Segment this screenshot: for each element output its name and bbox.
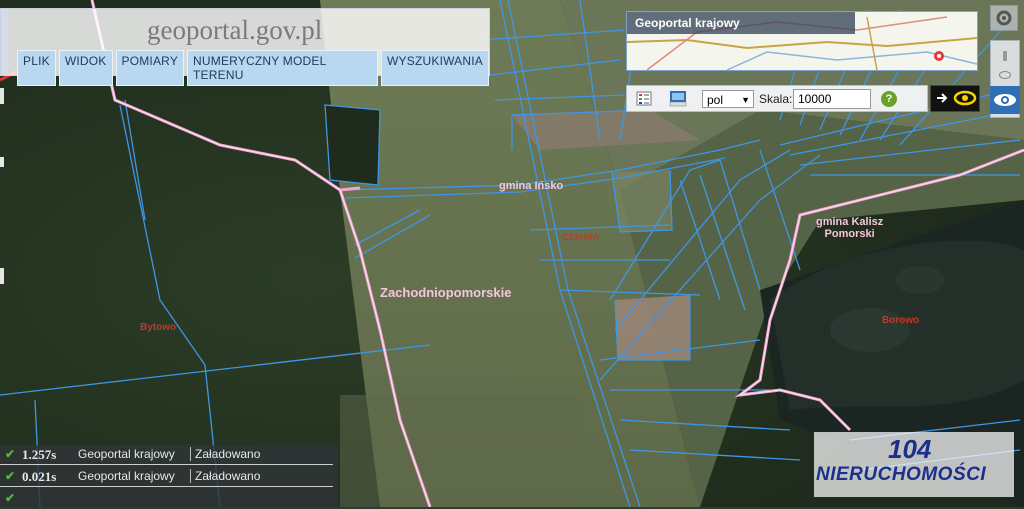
legend-icon[interactable] [635,90,653,107]
status-row: ✔ [0,489,338,509]
layer-handle[interactable] [1003,51,1007,61]
overview-map[interactable]: Geoportal krajowy [626,11,978,71]
menu-numeryczny-model-terenu[interactable]: NUMERYCZNY MODEL TERENU [187,50,379,86]
label-place-center: Czertyń [562,232,599,243]
load-status-panel: ✔ 1.257s Geoportal krajowy Załadowano ✔ … [0,445,338,507]
gear-icon [996,10,1012,26]
check-icon: ✔ [5,469,16,483]
status-row: ✔ 1.257s Geoportal krajowy Załadowano [0,445,338,465]
label-gmina-kalisz: gmina Kalisz Pomorski [816,216,884,240]
map-toolbar: pol ▼ Skala: ? [626,85,928,112]
divider [0,464,333,465]
language-select-value: pol [707,93,724,107]
status-source: Geoportal krajowy [78,469,175,483]
label-place-left: Bytowo [140,322,177,333]
app-header: geoportal.gov.pl PLIK WIDOK POMIARY NUME… [0,8,490,86]
eye-small-icon[interactable] [999,71,1011,79]
status-state: Załadowano [190,447,260,461]
visibility-toggle[interactable] [930,85,980,112]
check-icon: ✔ [5,491,16,505]
main-menu: PLIK WIDOK POMIARY NUMERYCZNY MODEL TERE… [17,50,489,86]
scale-label: Skala: [759,92,793,106]
brand-watermark: 104 NIERUCHOMOŚCI [814,432,1014,497]
menu-wyszukiwania[interactable]: WYSZUKIWANIA [381,50,489,86]
status-time: 1.257s [22,447,57,462]
wms-icon[interactable] [669,90,687,107]
left-panel-tab[interactable] [0,88,4,104]
brand-number: 104 [888,434,932,464]
left-panel-tab[interactable] [0,157,4,167]
overview-map-title: Geoportal krajowy [627,12,855,34]
brand-name: NIERUCHOMOŚCI [816,464,987,485]
divider [0,486,333,487]
chevron-down-icon: ▼ [741,95,750,105]
menu-pomiary[interactable]: POMIARY [115,50,185,86]
language-select[interactable]: pol ▼ [702,90,754,108]
label-region: Zachodniopomorskie [380,285,512,300]
eye-icon [994,94,1016,106]
status-state: Załadowano [190,469,260,483]
label-gmina-insko: gmina Ińsko [499,180,564,192]
scale-input[interactable] [793,89,871,109]
left-panel-tab[interactable] [0,268,4,284]
menu-plik[interactable]: PLIK [17,50,56,86]
settings-button[interactable] [990,5,1018,31]
layers-visibility-button[interactable] [990,86,1020,114]
help-icon[interactable]: ? [881,91,897,107]
check-icon: ✔ [5,447,16,461]
menu-widok[interactable]: WIDOK [58,50,113,86]
arrow-eye-icon [937,90,977,106]
status-time: 0.021s [22,469,57,484]
label-place-right: Borowo [882,315,920,326]
geoportal-logo[interactable]: geoportal.gov.pl [147,15,322,46]
status-source: Geoportal krajowy [78,447,175,461]
status-row: ✔ 0.021s Geoportal krajowy Załadowano [0,467,338,487]
